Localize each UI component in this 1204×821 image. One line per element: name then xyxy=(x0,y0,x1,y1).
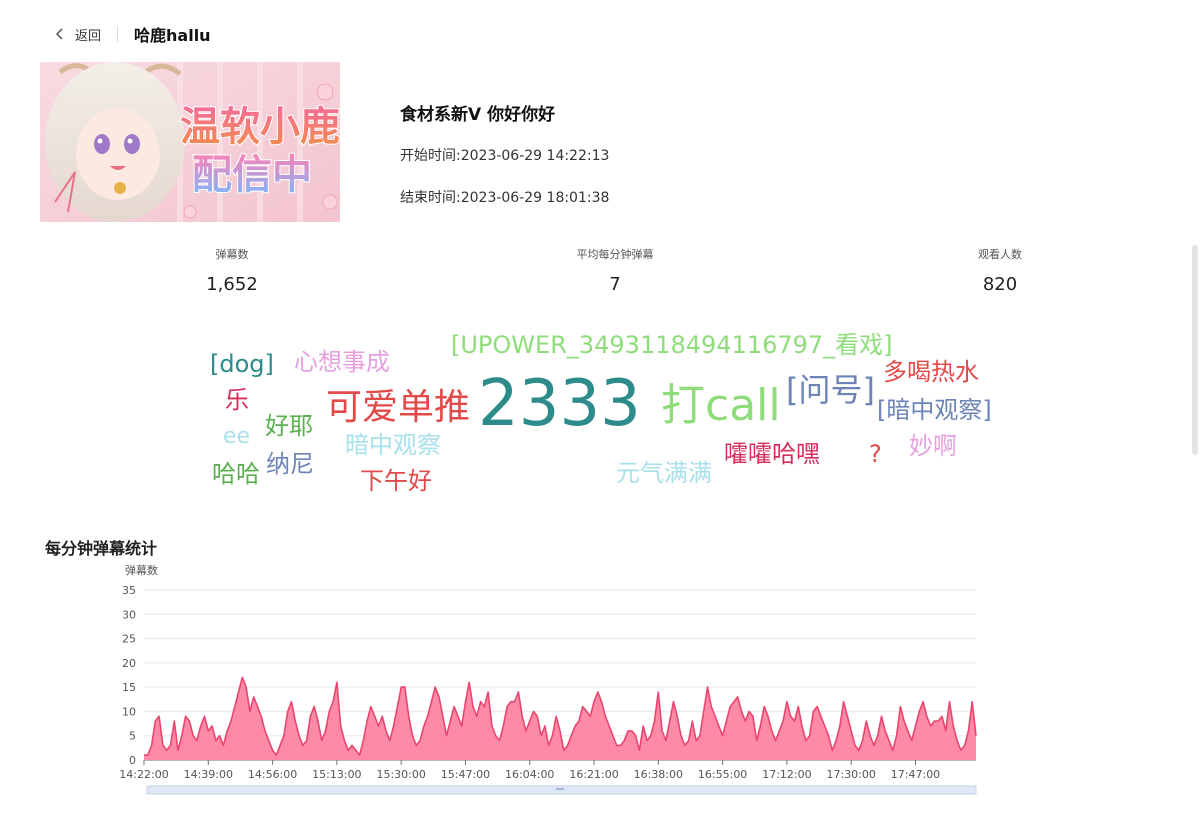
cloud-word: 妙啊 xyxy=(909,432,957,460)
zoom-slider-handle xyxy=(556,788,564,790)
stat-label: 观看人数 xyxy=(978,248,1022,261)
stat-avg-per-minute: 平均每分钟弹幕 7 xyxy=(545,246,685,295)
live-cover-image: 温软小鹿 配信中 xyxy=(40,62,340,222)
cloud-word: [暗中观察] xyxy=(877,396,992,424)
x-tick-label: 14:56:00 xyxy=(248,768,297,781)
cloud-word: 下午好 xyxy=(360,467,432,495)
x-tick-label: 17:30:00 xyxy=(826,768,875,781)
cloud-word: 嚯嚯哈嘿 xyxy=(724,440,820,468)
x-tick-label: 16:38:00 xyxy=(634,768,683,781)
page-scrollbar[interactable] xyxy=(1192,245,1198,455)
stat-danmaku-count: 弹幕数 1,652 xyxy=(162,246,302,295)
x-tick-label: 16:21:00 xyxy=(569,768,618,781)
start-time-row: 开始时间:2023-06-29 14:22:13 xyxy=(400,145,609,165)
live-info: 食材系新V 你好你好 开始时间:2023-06-29 14:22:13 结束时间… xyxy=(400,100,609,229)
x-tick-label: 17:47:00 xyxy=(891,768,940,781)
y-tick-label: 30 xyxy=(122,608,136,621)
y-tick-label: 25 xyxy=(122,633,136,646)
cloud-word: [UPOWER_3493118494116797_看戏] xyxy=(451,331,893,359)
y-tick-label: 10 xyxy=(122,705,136,718)
cloud-word: 打call xyxy=(661,380,781,431)
y-tick-label: 5 xyxy=(129,730,136,743)
cloud-word: 可爱单推 xyxy=(326,387,471,428)
cloud-word: 哈哈 xyxy=(212,460,260,488)
cloud-word: 心想事成 xyxy=(294,348,390,376)
cloud-word: 好耶 xyxy=(265,412,313,440)
cloud-word: [问号] xyxy=(786,371,875,409)
x-tick-label: 14:39:00 xyxy=(184,768,233,781)
x-tick-label: 15:13:00 xyxy=(312,768,361,781)
y-tick-label: 20 xyxy=(122,657,136,670)
end-time-value: 2023-06-29 18:01:38 xyxy=(460,190,610,206)
chart-section-title: 每分钟弹幕统计 xyxy=(45,539,158,558)
y-tick-label: 15 xyxy=(122,681,136,694)
cloud-word: 乐 xyxy=(225,386,249,414)
cloud-word: 元气满满 xyxy=(616,459,712,487)
cloud-word: [dog] xyxy=(210,350,274,378)
end-time-label: 结束时间: xyxy=(400,190,461,206)
cloud-word: 2333 xyxy=(478,367,641,441)
page-header: 返回 哈鹿hallu xyxy=(55,22,211,46)
stat-label: 弹幕数 xyxy=(215,248,249,261)
stat-viewer-count: 观看人数 820 xyxy=(930,246,1070,295)
series-area xyxy=(144,677,976,760)
cloud-word: 多喝热水 xyxy=(883,358,979,386)
header-divider xyxy=(117,26,119,42)
cloud-word: 暗中观察 xyxy=(345,431,441,459)
x-tick-label: 15:47:00 xyxy=(441,768,490,781)
cloud-word: 纳尼 xyxy=(266,450,314,478)
stat-value: 820 xyxy=(982,274,1018,295)
x-tick-label: 16:04:00 xyxy=(505,768,554,781)
y-tick-label: 0 xyxy=(129,754,136,767)
cloud-word: ? xyxy=(869,440,882,468)
danmaku-word-cloud: [UPOWER_3493118494116797_看戏] [dog] 心想事成 … xyxy=(0,320,1204,510)
x-tick-label: 16:55:00 xyxy=(698,768,747,781)
stat-value: 7 xyxy=(609,274,621,295)
stat-value: 1,652 xyxy=(206,274,258,295)
x-tick-label: 15:30:00 xyxy=(376,768,425,781)
streamer-name: 哈鹿hallu xyxy=(134,26,211,45)
start-time-label: 开始时间: xyxy=(400,148,461,164)
stat-label: 平均每分钟弹幕 xyxy=(576,248,654,261)
x-tick-label: 17:12:00 xyxy=(762,768,811,781)
danmaku-per-minute-chart[interactable]: 弹幕数 0 5 10 15 20 25 30 35 14:22:00 14:39:00 14:56:0… xyxy=(0,560,1204,800)
svg-text:配信中: 配信中 xyxy=(192,152,312,198)
back-button[interactable]: 返回 xyxy=(55,25,101,44)
cloud-word: ee xyxy=(223,424,251,449)
start-time-value: 2023-06-29 14:22:13 xyxy=(460,148,610,164)
end-time-row: 结束时间:2023-06-29 18:01:38 xyxy=(400,187,609,207)
chevron-left-icon xyxy=(56,28,63,40)
x-tick-label: 14:22:00 xyxy=(119,768,168,781)
live-title: 食材系新V 你好你好 xyxy=(400,105,556,125)
y-axis-label: 弹幕数 xyxy=(125,563,158,577)
y-tick-label: 35 xyxy=(122,584,136,597)
svg-text:温软小鹿: 温软小鹿 xyxy=(180,104,340,150)
back-label: 返回 xyxy=(75,28,102,44)
